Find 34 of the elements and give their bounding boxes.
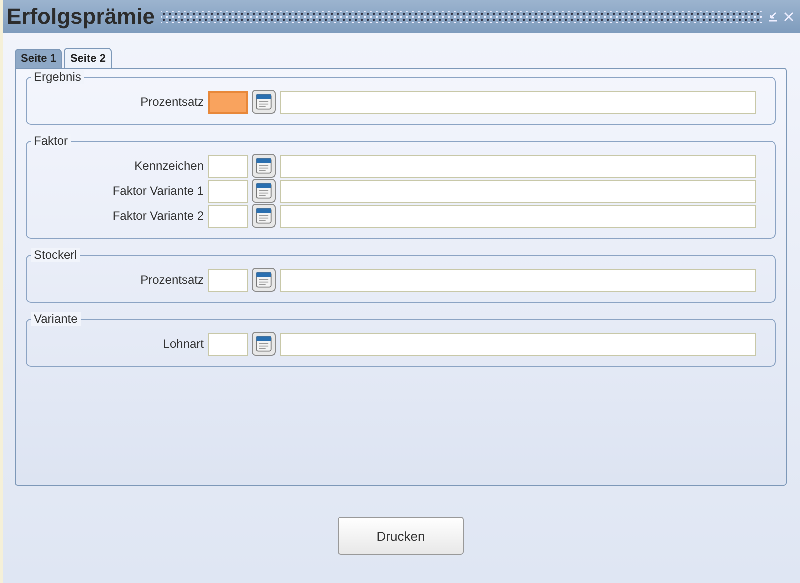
lookup-button[interactable] (252, 154, 276, 178)
group-title: Variante (31, 312, 81, 326)
lookup-button[interactable] (252, 90, 276, 114)
description-field[interactable] (280, 90, 756, 114)
lookup-button[interactable] (252, 179, 276, 203)
group-title: Ergebnis (31, 70, 84, 84)
field-label: Prozentsatz (140, 95, 204, 109)
code-field[interactable] (208, 332, 248, 356)
field-label: Prozentsatz (140, 273, 204, 287)
lookup-button[interactable] (252, 332, 276, 356)
description-field[interactable] (280, 332, 756, 356)
window-title: Erfolgsprämie (7, 4, 155, 30)
group-title: Faktor (31, 134, 72, 148)
description-field[interactable] (280, 204, 756, 228)
print-button[interactable]: Drucken (338, 517, 464, 555)
close-icon[interactable] (784, 12, 794, 22)
description-field[interactable] (280, 154, 756, 178)
description-field[interactable] (280, 180, 756, 202)
field-label: Faktor Variante 2 (112, 209, 204, 223)
field-label: Faktor Variante 1 (112, 184, 204, 198)
code-field[interactable] (208, 154, 248, 178)
tab[interactable]: Seite 2 (64, 48, 112, 68)
code-field[interactable] (208, 204, 248, 228)
tab[interactable]: Seite 1 (15, 49, 62, 68)
description-field[interactable] (280, 268, 756, 292)
code-field[interactable] (208, 90, 248, 114)
minimize-icon[interactable] (768, 12, 778, 22)
lookup-button[interactable] (252, 268, 276, 292)
code-field[interactable] (208, 180, 248, 202)
field-label: Lohnart (162, 337, 204, 351)
lookup-button[interactable] (252, 204, 276, 228)
group-title: Stockerl (31, 248, 80, 262)
field-label: Kennzeichen (134, 159, 204, 173)
code-field[interactable] (208, 268, 248, 292)
